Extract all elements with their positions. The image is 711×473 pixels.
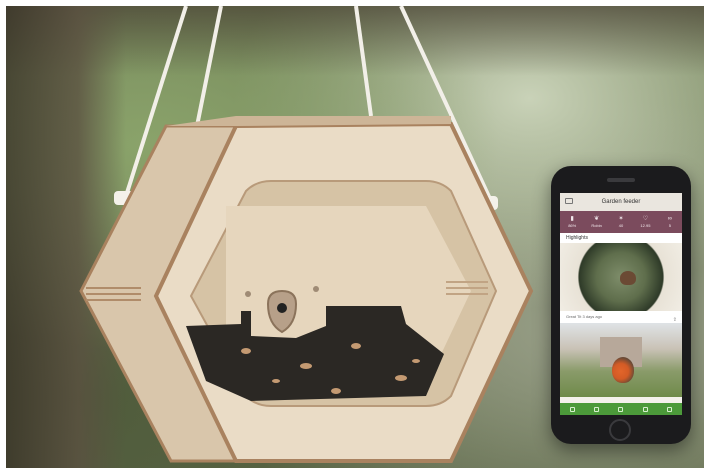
temperature-icon: ✶ (618, 216, 624, 222)
highlights-label: Highlights (560, 233, 682, 243)
bird-in-photo (620, 271, 636, 285)
stat-temperature: ✶ 40 (609, 211, 633, 233)
binoculars-icon: ∞ (667, 216, 672, 222)
app-header: Garden feeder (560, 193, 682, 211)
highlight-photo[interactable] (560, 243, 682, 311)
app-title: Garden feeder (601, 199, 641, 205)
photo-frame: Garden feeder ▮ 86% ❦ Robin ✶ 40 ♡ 12.95 (6, 6, 704, 468)
stats-icon[interactable] (642, 406, 648, 412)
stat-value: 40 (618, 223, 624, 228)
feed-level-icon: ▮ (570, 216, 574, 222)
feeder-icon[interactable] (594, 406, 600, 412)
settings-icon[interactable] (667, 406, 673, 412)
home-icon[interactable] (569, 406, 575, 412)
rope-right-inner (354, 6, 373, 117)
phone-screen: Garden feeder ▮ 86% ❦ Robin ✶ 40 ♡ 12.95 (560, 193, 682, 415)
smartphone: Garden feeder ▮ 86% ❦ Robin ✶ 40 ♡ 12.95 (551, 166, 691, 444)
camera-icon[interactable] (618, 406, 624, 412)
photo-caption: Great Tit 3 days ago ⇪ (560, 311, 682, 323)
stat-feed-level: ▮ 86% (560, 211, 584, 233)
stat-bird: ❦ Robin (584, 211, 608, 233)
photo-caption-text: Great Tit 3 days ago (566, 314, 603, 319)
stat-value: 12.95 (640, 223, 651, 228)
home-button[interactable] (609, 419, 631, 441)
robin-photo[interactable] (560, 323, 682, 397)
screw-right (313, 286, 319, 292)
stat-heart: ♡ 12.95 (633, 211, 657, 233)
bird-icon: ❦ (594, 216, 600, 222)
stat-value: 5 (668, 223, 671, 228)
stats-bar: ▮ 86% ❦ Robin ✶ 40 ♡ 12.95 ∞ 5 (560, 211, 682, 233)
camera-icon[interactable] (565, 198, 573, 204)
phone-speaker (607, 178, 635, 182)
stat-value: 86% (568, 223, 577, 228)
camera-lens-icon (277, 303, 287, 313)
heart-icon: ♡ (642, 216, 649, 222)
robin-in-photo (612, 357, 634, 383)
tab-bar (560, 403, 682, 415)
stat-value: Robin (591, 223, 602, 228)
screw-left (245, 291, 251, 297)
stat-binoculars: ∞ 5 (658, 211, 682, 233)
